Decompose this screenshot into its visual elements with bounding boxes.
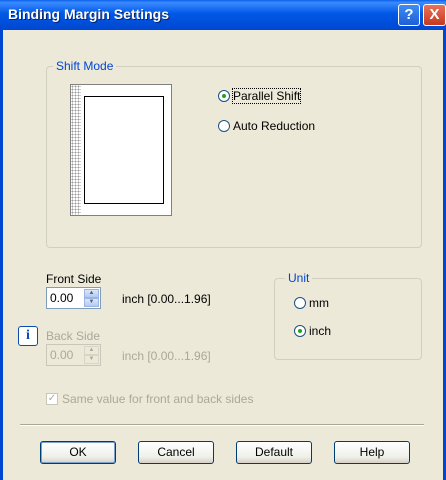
radio-parallel-shift[interactable]: Parallel Shift <box>218 88 302 104</box>
front-side-spinbox[interactable]: 0.00 ▲ ▼ <box>46 287 101 309</box>
help-title-button[interactable]: ? <box>398 4 420 26</box>
radio-auto-reduction[interactable]: Auto Reduction <box>218 119 315 133</box>
spin-up-icon[interactable]: ▲ <box>84 289 99 298</box>
help-button[interactable]: Help <box>334 441 410 464</box>
default-button[interactable]: Default <box>236 441 312 464</box>
same-value-checkbox[interactable]: ✓ Same value for front and back sides <box>46 392 253 406</box>
back-side-label: Back Side <box>46 329 101 343</box>
mm-label: mm <box>309 296 329 310</box>
title-bar[interactable]: Binding Margin Settings ? X <box>0 0 446 30</box>
separator <box>20 424 424 426</box>
radio-mm[interactable]: mm <box>294 296 329 310</box>
spin-down-icon[interactable]: ▼ <box>84 355 99 364</box>
front-side-label: Front Side <box>46 272 102 286</box>
front-side-value: 0.00 <box>50 291 74 305</box>
check-icon: ✓ <box>46 393 58 405</box>
radio-inch[interactable]: inch <box>294 324 331 338</box>
shift-mode-legend: Shift Mode <box>53 59 117 73</box>
same-value-label: Same value for front and back sides <box>62 392 254 406</box>
unit-legend: Unit <box>285 271 313 285</box>
binding-margin-hatch <box>71 85 81 215</box>
radio-selected-icon <box>294 325 306 337</box>
front-side-range: inch [0.00...1.96] <box>122 292 211 306</box>
back-side-value: 0.00 <box>50 348 74 362</box>
auto-reduction-label: Auto Reduction <box>233 119 316 133</box>
ok-button[interactable]: OK <box>40 441 116 464</box>
spin-up-icon[interactable]: ▲ <box>84 346 99 355</box>
radio-empty-icon <box>218 120 230 132</box>
cancel-button[interactable]: Cancel <box>138 441 214 464</box>
close-icon: X <box>429 6 440 23</box>
window-title: Binding Margin Settings <box>8 6 169 22</box>
spin-down-icon[interactable]: ▼ <box>84 298 99 307</box>
close-button[interactable]: X <box>423 4 446 26</box>
question-icon: ? <box>404 6 414 23</box>
inch-label: inch <box>309 324 332 338</box>
back-side-range: inch [0.00...1.96] <box>122 349 211 363</box>
parallel-shift-label: Parallel Shift <box>231 88 302 104</box>
page-content-area <box>84 96 164 204</box>
unit-group: Unit <box>274 271 422 360</box>
page-preview <box>70 84 172 216</box>
info-icon[interactable]: i <box>18 326 38 346</box>
radio-empty-icon <box>294 297 306 309</box>
back-side-spinbox[interactable]: 0.00 ▲ ▼ <box>46 344 101 366</box>
radio-selected-icon <box>218 90 230 102</box>
